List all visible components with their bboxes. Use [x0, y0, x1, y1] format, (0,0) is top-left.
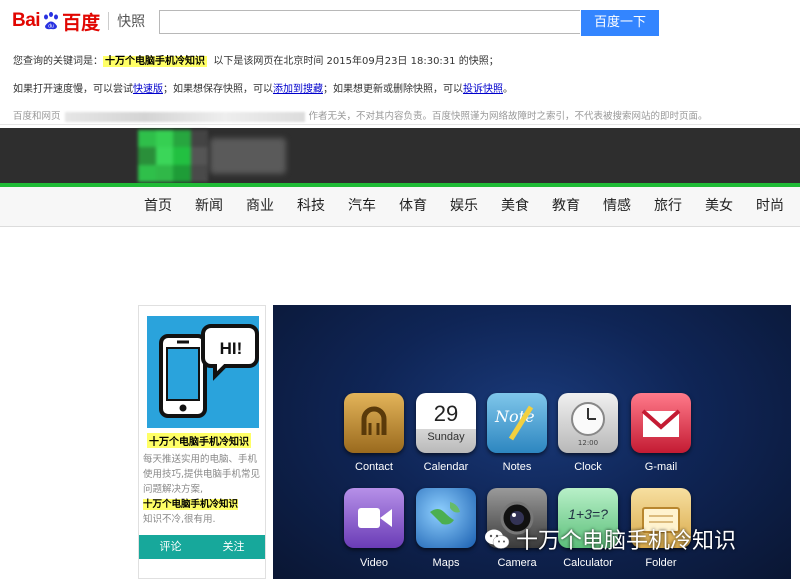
description-highlight: 十万个电脑手机冷知识	[143, 499, 239, 510]
app-label-video: Video	[360, 557, 388, 569]
search-button[interactable]: 百度一下	[581, 10, 659, 36]
card-actions: 评论 关注	[139, 535, 265, 559]
keyword-highlight: 十万个电脑手机冷知识	[103, 56, 207, 67]
account-avatar: HI!	[147, 316, 259, 428]
site-header-band	[0, 128, 800, 183]
wechat-watermark: 十万个电脑手机冷知识	[484, 523, 736, 555]
nav-item-fashion[interactable]: 时尚	[756, 187, 784, 226]
logo-text-du: 百度	[62, 12, 101, 34]
app-label-gmail: G-mail	[644, 461, 678, 473]
notes-app-icon: Note	[487, 393, 547, 453]
options-text-2: ；如果想保存快照，可以	[163, 84, 273, 95]
logo-separator	[108, 12, 110, 30]
comment-button[interactable]: 评论	[139, 535, 202, 559]
nav-item-emotion[interactable]: 情感	[603, 187, 631, 226]
watermark-text: 十万个电脑手机冷知识	[516, 529, 737, 554]
app-label-contact: Contact	[355, 461, 393, 473]
app-label-folder: Folder	[645, 557, 677, 569]
disclaimer-text-2: 作者无关，不对其内容负责。百度快照谨为网络故障时之索引，不代表被搜索网站的即时页…	[308, 111, 708, 122]
snapshot-options-line: 如果打开速度慢，可以尝试快速版；如果想保存快照，可以添加到搜藏；如果想更新或删除…	[13, 80, 513, 95]
app-label-maps: Maps	[432, 557, 460, 569]
blurred-url	[64, 111, 305, 122]
baidu-paw-icon: du	[44, 12, 59, 30]
nav-item-education[interactable]: 教育	[552, 187, 580, 226]
clock-app-icon: 12:00	[558, 393, 618, 453]
wechat-icon	[485, 529, 510, 549]
account-description: 每天推送实用的电脑、手机使用技巧,提供电脑手机常见问题解决方案, 十万个电脑手机…	[143, 452, 265, 527]
description-text: 每天推送实用的电脑、手机使用技巧,提供电脑手机常见问题解决方案,	[143, 454, 261, 495]
calendar-day: 29	[433, 401, 459, 426]
baidu-logo[interactable]: Bai du 百度 快照	[12, 8, 145, 34]
video-app-icon	[344, 488, 404, 548]
phone-hi-icon: HI!	[159, 324, 259, 418]
header-divider	[0, 124, 800, 125]
disclaimer-text-1: 百度和网页	[13, 111, 61, 122]
nav-item-sports[interactable]: 体育	[399, 187, 427, 226]
calculator-icon-text: 1+3=?	[568, 506, 608, 522]
options-text-3: ；如果想更新或删除快照，可以	[323, 84, 463, 95]
account-card: HI! 十万个电脑手机冷知识 每天推送实用的电脑、手机使用技巧,提供电脑手机常见…	[138, 305, 266, 579]
contact-app-icon	[344, 393, 404, 453]
report-snapshot-link[interactable]: 投诉快照	[463, 84, 503, 95]
follow-button[interactable]: 关注	[202, 535, 265, 559]
nav-item-news[interactable]: 新闻	[195, 187, 223, 226]
nav-item-business[interactable]: 商业	[246, 187, 274, 226]
gmail-app-icon	[631, 393, 691, 453]
app-label-notes: Notes	[502, 461, 532, 473]
site-nav: 首页 新闻 商业 科技 汽车 体育 娱乐 美食 教育 情感 旅行 美女 时尚	[0, 187, 800, 227]
nav-item-food[interactable]: 美食	[501, 187, 529, 226]
app-label-calculator: Calculator	[563, 557, 613, 569]
app-label-camera: Camera	[497, 557, 537, 569]
nav-item-tech[interactable]: 科技	[297, 187, 325, 226]
bubble-text: HI!	[220, 339, 243, 358]
pixelated-site-name	[210, 138, 286, 174]
calendar-app-icon: 29 Sunday	[416, 393, 476, 453]
app-label-clock: Clock	[574, 461, 602, 473]
pixelated-site-logo	[138, 130, 208, 182]
snapshot-time: 以下是该网页在北京时间 2015年09月23日 18:30:31 的快照；	[213, 56, 499, 67]
options-text-4: 。	[503, 84, 513, 95]
options-text-1: 如果打开速度慢，可以尝试	[13, 84, 133, 95]
nav-item-auto[interactable]: 汽车	[348, 187, 376, 226]
disclaimer-line: 百度和网页 作者无关，不对其内容负责。百度快照谨为网络故障时之索引，不代表被搜索网…	[13, 108, 708, 122]
maps-app-icon	[416, 488, 476, 548]
nav-item-home[interactable]: 首页	[144, 187, 172, 226]
add-to-favorites-link[interactable]: 添加到搜藏	[273, 84, 323, 95]
logo-text-bai: Bai	[12, 10, 41, 31]
nav-item-entertainment[interactable]: 娱乐	[450, 187, 478, 226]
nav-item-beauty[interactable]: 美女	[705, 187, 733, 226]
clock-icon-text: 12:00	[577, 439, 599, 447]
logo-kuaizhao: 快照	[117, 14, 146, 30]
nav-item-travel[interactable]: 旅行	[654, 187, 682, 226]
svg-text:du: du	[48, 24, 54, 30]
fast-version-link[interactable]: 快速版	[133, 84, 163, 95]
keyword-prefix: 您查询的关键词是：	[13, 56, 103, 67]
description-tagline: 知识不冷,很有用.	[143, 514, 216, 525]
calendar-weekday: Sunday	[427, 431, 465, 443]
account-name: 十万个电脑手机冷知识	[147, 433, 251, 448]
keyword-line: 您查询的关键词是： 十万个电脑手机冷知识 以下是该网页在北京时间 2015年09月…	[13, 52, 499, 67]
search-input[interactable]	[159, 10, 580, 34]
app-label-calendar: Calendar	[423, 461, 469, 473]
